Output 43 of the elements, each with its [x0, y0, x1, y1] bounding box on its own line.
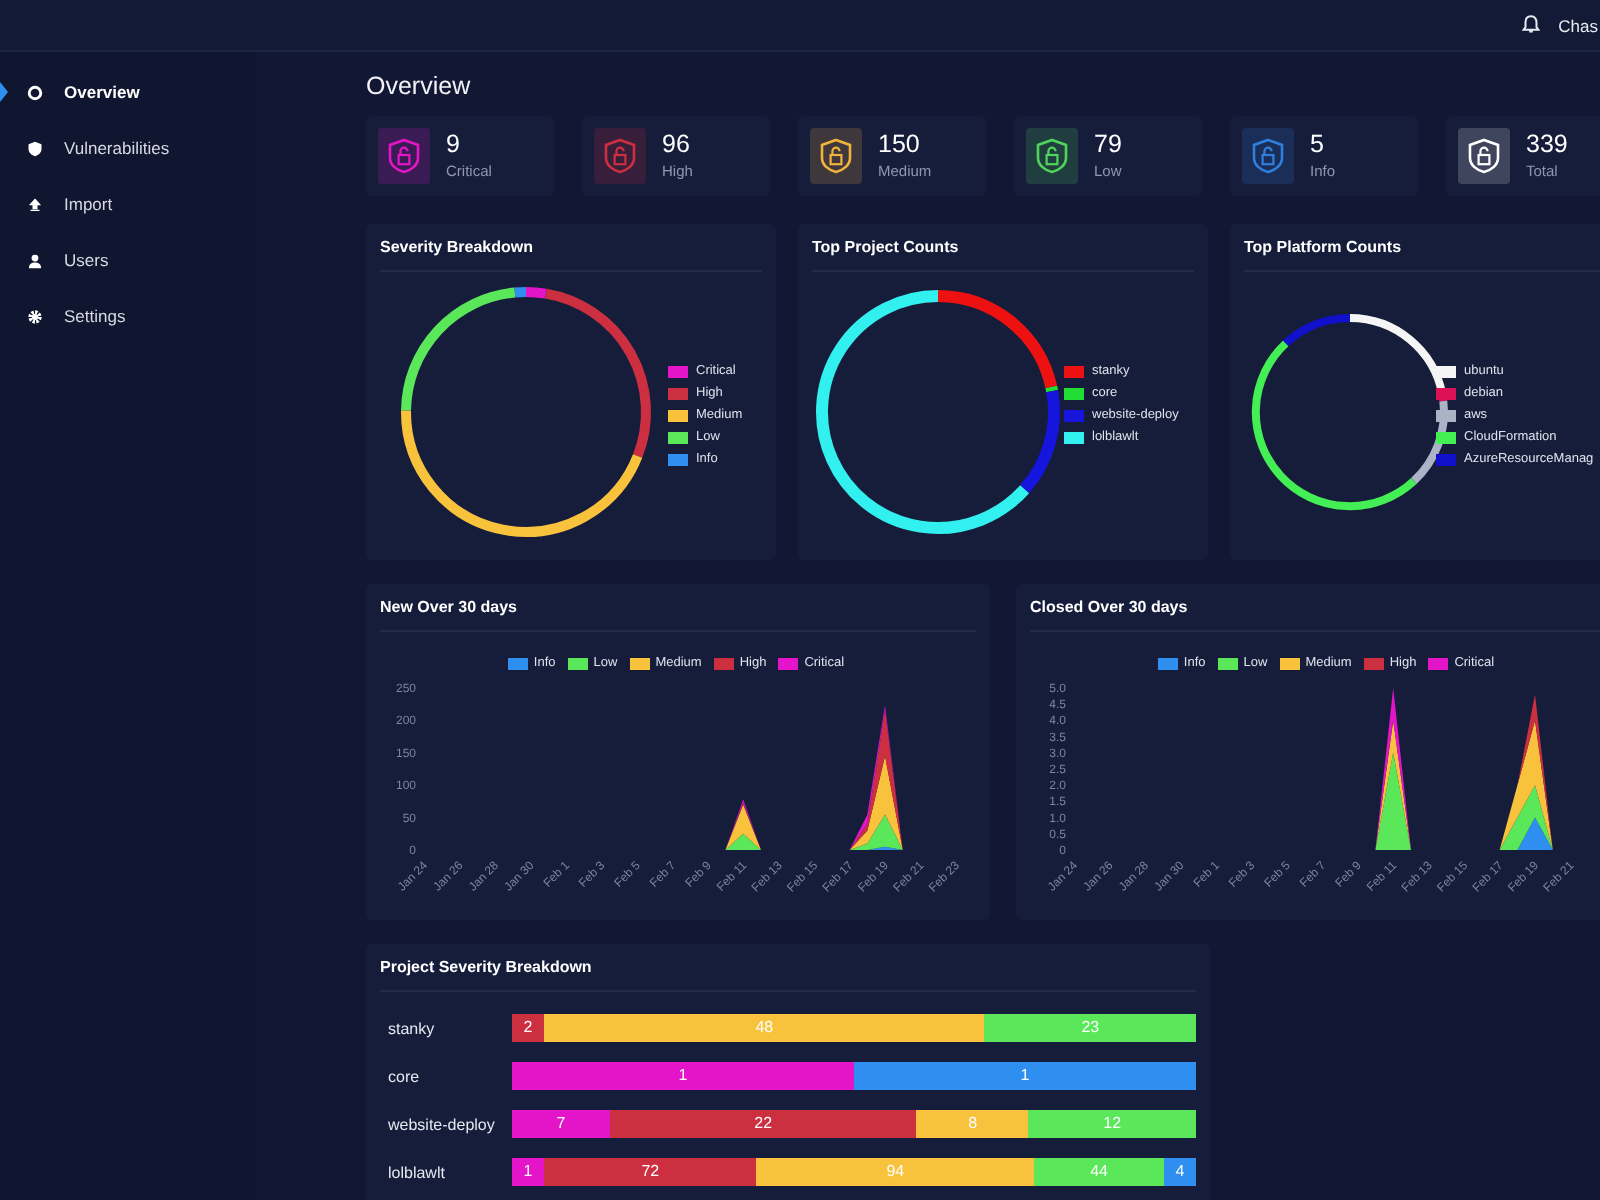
bar-segment: 94: [756, 1158, 1035, 1186]
panel-title: Closed Over 30 days: [1030, 584, 1600, 632]
circle-icon: [26, 83, 44, 101]
panel-title: Severity Breakdown: [380, 224, 762, 272]
stat-value: 150: [878, 132, 922, 158]
panel-title: Top Platform Counts: [1244, 224, 1600, 272]
project-name: lolblawlt: [388, 1163, 447, 1181]
sidebar-item[interactable]: Settings: [0, 288, 256, 344]
bar-segment: 23: [984, 1014, 1196, 1042]
gear-icon: [26, 307, 44, 325]
stat-value: 9: [446, 132, 462, 158]
bar-segment: 22: [609, 1110, 917, 1138]
panel-title: New Over 30 days: [380, 584, 976, 632]
bar-segment: 12: [1028, 1110, 1196, 1138]
project-name: stanky: [388, 1019, 437, 1037]
bar-segment: 7: [512, 1110, 610, 1138]
bar-segment: 1: [512, 1158, 544, 1186]
stat-value: 79: [1094, 132, 1122, 158]
bar-segment: 1: [854, 1062, 1196, 1090]
project-name: core: [388, 1067, 422, 1085]
user-name[interactable]: Chas: [1558, 15, 1598, 35]
stat-value: 5: [1310, 132, 1326, 158]
sidebar-item[interactable]: Overview: [0, 64, 256, 120]
bar-segment: 1: [512, 1062, 854, 1090]
sidebar-item[interactable]: Vulnerabilities: [0, 120, 256, 176]
bar-segment: 44: [1034, 1158, 1164, 1186]
stat-value: 96: [662, 132, 692, 158]
sidebar-item[interactable]: Users: [0, 232, 256, 288]
panel-title: Project Severity Breakdown: [380, 944, 1196, 992]
upload-icon: [26, 195, 44, 213]
bell-icon[interactable]: [1520, 14, 1543, 36]
panel-title: Top Project Counts: [812, 224, 1194, 272]
stat-value: 339: [1526, 132, 1568, 158]
bar-segment: 72: [544, 1158, 757, 1186]
project-name: website-deploy: [388, 1115, 497, 1133]
sidebar-item[interactable]: Import: [0, 176, 256, 232]
user-icon: [26, 251, 44, 269]
shield-icon: [26, 139, 44, 157]
page-title: Overview: [366, 72, 473, 100]
bar-segment: 2: [512, 1014, 544, 1042]
bar-segment: 8: [916, 1110, 1029, 1138]
bar-segment: 4: [1164, 1158, 1196, 1186]
bar-segment: 48: [544, 1014, 985, 1042]
